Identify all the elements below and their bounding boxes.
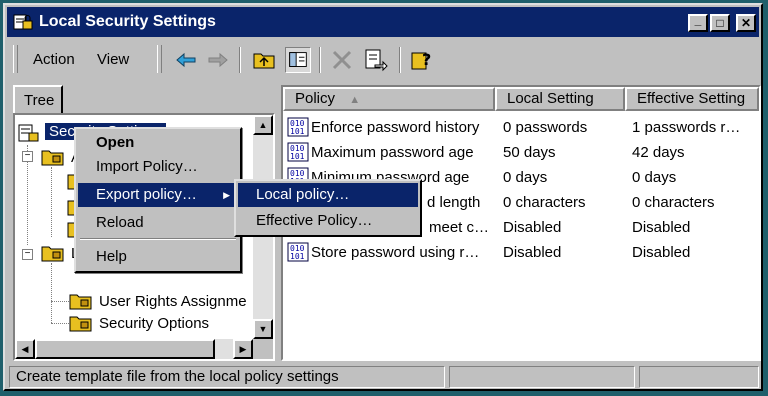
help-icon[interactable]: ? [409,47,435,73]
menu-item-effective-policy[interactable]: Effective Policy… [238,209,418,233]
folder-lock-icon [69,294,92,310]
minimize-button[interactable]: _ [688,13,708,32]
toolbar-grip-2[interactable] [157,45,162,73]
status-text: Create template file from the local poli… [9,366,445,388]
scroll-thumb[interactable] [35,339,215,359]
status-pane-3 [639,366,759,388]
status-bar: Create template file from the local poli… [7,366,759,388]
column-header-local-setting[interactable]: Local Setting [495,87,625,111]
security-settings-icon [13,14,33,30]
menu-item-help[interactable]: Help [78,245,238,269]
forward-arrow-icon[interactable] [205,47,231,73]
menu-item-open[interactable]: Open [78,131,238,155]
export-list-icon[interactable] [363,47,389,73]
collapse-toggle[interactable]: − [22,249,33,260]
sort-ascending-icon: ▲ [349,94,361,106]
toolbar-grip[interactable] [13,45,18,73]
tree-horizontal-scrollbar[interactable]: ◀ ▶ [15,339,253,359]
svg-text:101: 101 [290,127,305,136]
table-row[interactable]: 010 101 Maximum password age 50 days 42 d… [283,140,759,165]
policy-icon: 010101 [287,117,309,137]
scroll-corner [253,339,273,359]
menu-action[interactable]: Action [33,51,75,68]
context-menu: Open Import Policy… Export policy… ▶ Rel… [74,127,242,273]
delete-icon[interactable] [329,47,355,73]
security-settings-icon [18,124,39,142]
toolbar: Action View ? [7,39,759,81]
folder-lock-icon [41,246,64,262]
svg-text:101: 101 [290,252,305,261]
scroll-right-button[interactable]: ▶ [233,339,253,359]
menu-item-export-policy[interactable]: Export policy… ▶ [78,183,238,207]
tab-tree[interactable]: Tree [13,85,63,113]
menu-item-local-policy[interactable]: Local policy… [238,183,418,207]
up-one-level-icon[interactable] [251,47,277,73]
maximize-button[interactable]: □ [710,14,730,32]
folder-lock-icon [41,150,64,166]
close-button[interactable]: ✕ [736,14,756,32]
window-title: Local Security Settings [39,13,216,30]
svg-text:?: ? [422,50,431,69]
tree-item-security-options[interactable]: Security Options [99,315,209,332]
menu-view[interactable]: View [97,51,129,68]
collapse-toggle[interactable]: − [22,151,33,162]
title-bar[interactable]: Local Security Settings _ □ ✕ [7,7,759,37]
menu-item-import-policy[interactable]: Import Policy… [78,155,238,179]
column-header-effective-setting[interactable]: Effective Setting [625,87,759,111]
menu-item-reload[interactable]: Reload [78,211,238,235]
column-header-policy[interactable]: Policy ▲ [283,87,495,111]
toolbar-separator-2 [319,47,321,73]
tree-item-user-rights-assignment[interactable]: User Rights Assignme [99,293,247,310]
svg-text:101: 101 [290,152,305,161]
toolbar-separator-3 [399,47,401,73]
scroll-down-button[interactable]: ▼ [253,319,273,339]
folder-lock-icon [69,316,92,332]
policy-icon: 010101 [287,242,309,262]
scroll-up-button[interactable]: ▲ [253,115,273,135]
back-arrow-icon[interactable] [173,47,199,73]
table-row[interactable]: 010 101 Store password using r… Disabled … [283,240,759,265]
export-submenu: Local policy… Effective Policy… [234,179,422,237]
scroll-left-button[interactable]: ◀ [15,339,35,359]
status-pane-2 [449,366,635,388]
tab-tree-label: Tree [24,92,55,109]
show-hide-tree-icon[interactable] [285,47,311,73]
menu-separator [80,238,236,240]
submenu-arrow-icon: ▶ [223,190,230,200]
toolbar-separator [239,47,241,73]
table-row[interactable]: 010 101 Enforce password history 0 passwo… [283,115,759,140]
policy-icon: 010101 [287,142,309,162]
